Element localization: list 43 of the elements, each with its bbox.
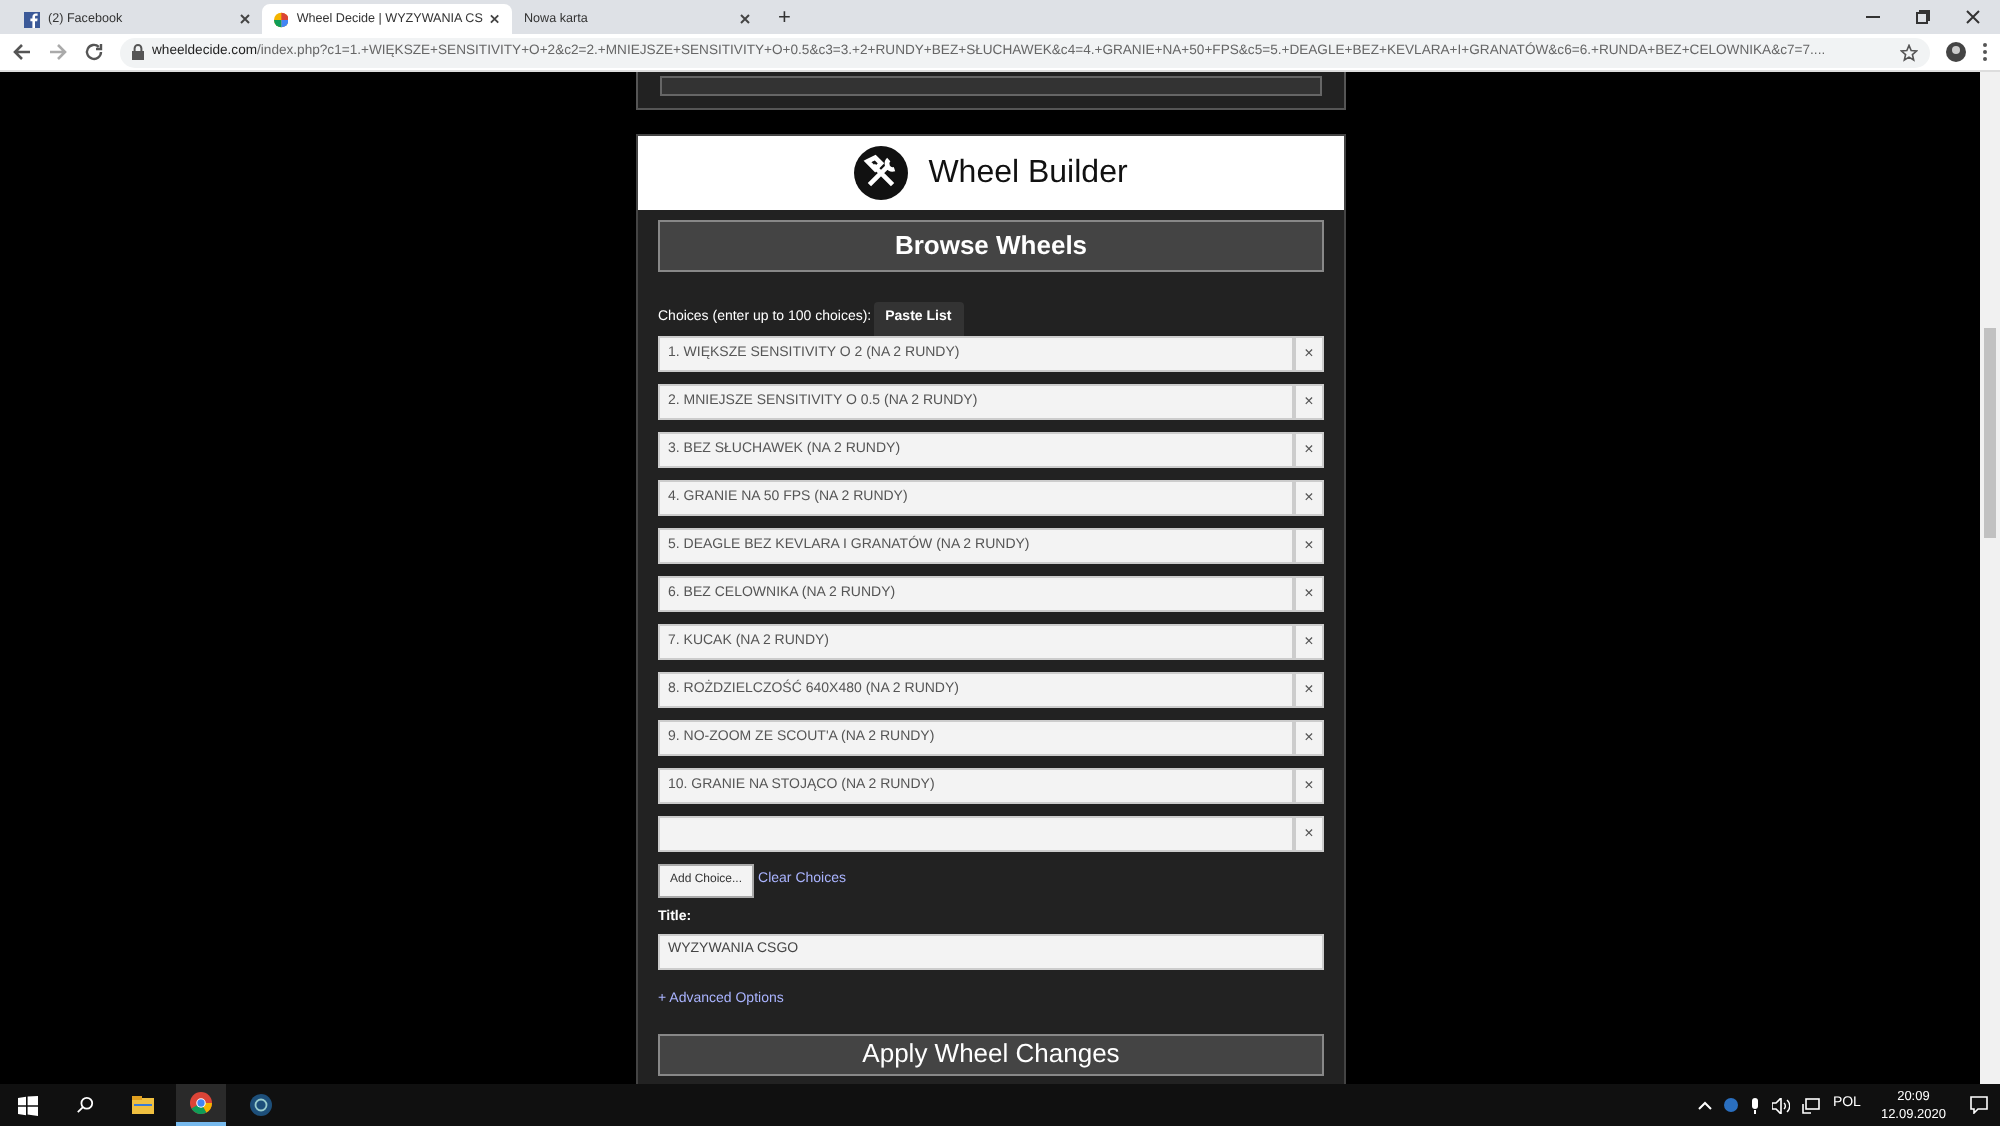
panel-title: Wheel Builder — [928, 153, 1128, 193]
chrome-taskbar-button[interactable] — [176, 1084, 226, 1126]
menu-icon[interactable] — [1982, 42, 1988, 62]
windows-start-icon[interactable] — [18, 1095, 38, 1115]
remove-choice-button[interactable]: × — [1294, 528, 1324, 564]
remove-choice-button[interactable]: × — [1294, 720, 1324, 756]
close-icon[interactable] — [240, 14, 250, 24]
address-bar[interactable] — [120, 37, 1930, 67]
colour-wheel-icon — [274, 11, 289, 27]
folder-icon[interactable] — [132, 1096, 154, 1114]
facebook-icon — [24, 11, 40, 27]
remove-choice-button[interactable]: × — [1294, 576, 1324, 612]
restore-icon[interactable] — [1916, 10, 1930, 24]
star-icon[interactable] — [1900, 43, 1918, 61]
lock-icon — [132, 44, 144, 60]
tools-icon — [854, 146, 909, 200]
remove-choice-button[interactable]: × — [1294, 336, 1324, 372]
remove-choice-button[interactable]: × — [1294, 768, 1324, 804]
search-icon[interactable] — [76, 1096, 94, 1114]
speaker-icon[interactable] — [1772, 1097, 1791, 1113]
remove-choice-button[interactable]: × — [1294, 432, 1324, 468]
remove-choice-button[interactable]: × — [1294, 816, 1324, 852]
app-icon[interactable] — [250, 1094, 272, 1116]
chrome-icon — [190, 1092, 212, 1114]
chevron-up-icon[interactable] — [1698, 1100, 1713, 1110]
microphone-icon[interactable] — [1750, 1097, 1761, 1113]
close-icon[interactable] — [740, 14, 750, 24]
apply-wheel-changes-button[interactable]: Apply Wheel Changes — [658, 1033, 1324, 1075]
close-icon[interactable] — [490, 14, 500, 24]
avatar-icon[interactable] — [1946, 42, 1966, 62]
remove-choice-button[interactable]: × — [1294, 384, 1324, 420]
new-tab-button[interactable]: + — [778, 6, 791, 32]
scrollbar[interactable] — [1980, 72, 2000, 1084]
choice-field[interactable] — [658, 816, 1294, 852]
network-icon[interactable] — [1802, 1097, 1821, 1113]
remove-choice-button[interactable]: × — [1294, 624, 1324, 660]
close-icon[interactable] — [1966, 10, 1980, 24]
remove-choice-button[interactable]: × — [1294, 480, 1324, 516]
notifications-icon[interactable] — [1970, 1096, 1988, 1114]
remove-choice-button[interactable]: × — [1294, 672, 1324, 708]
reload-icon[interactable] — [84, 42, 104, 62]
back-icon[interactable] — [12, 42, 32, 62]
browse-wheels-button[interactable]: Browse Wheels — [658, 220, 1324, 272]
